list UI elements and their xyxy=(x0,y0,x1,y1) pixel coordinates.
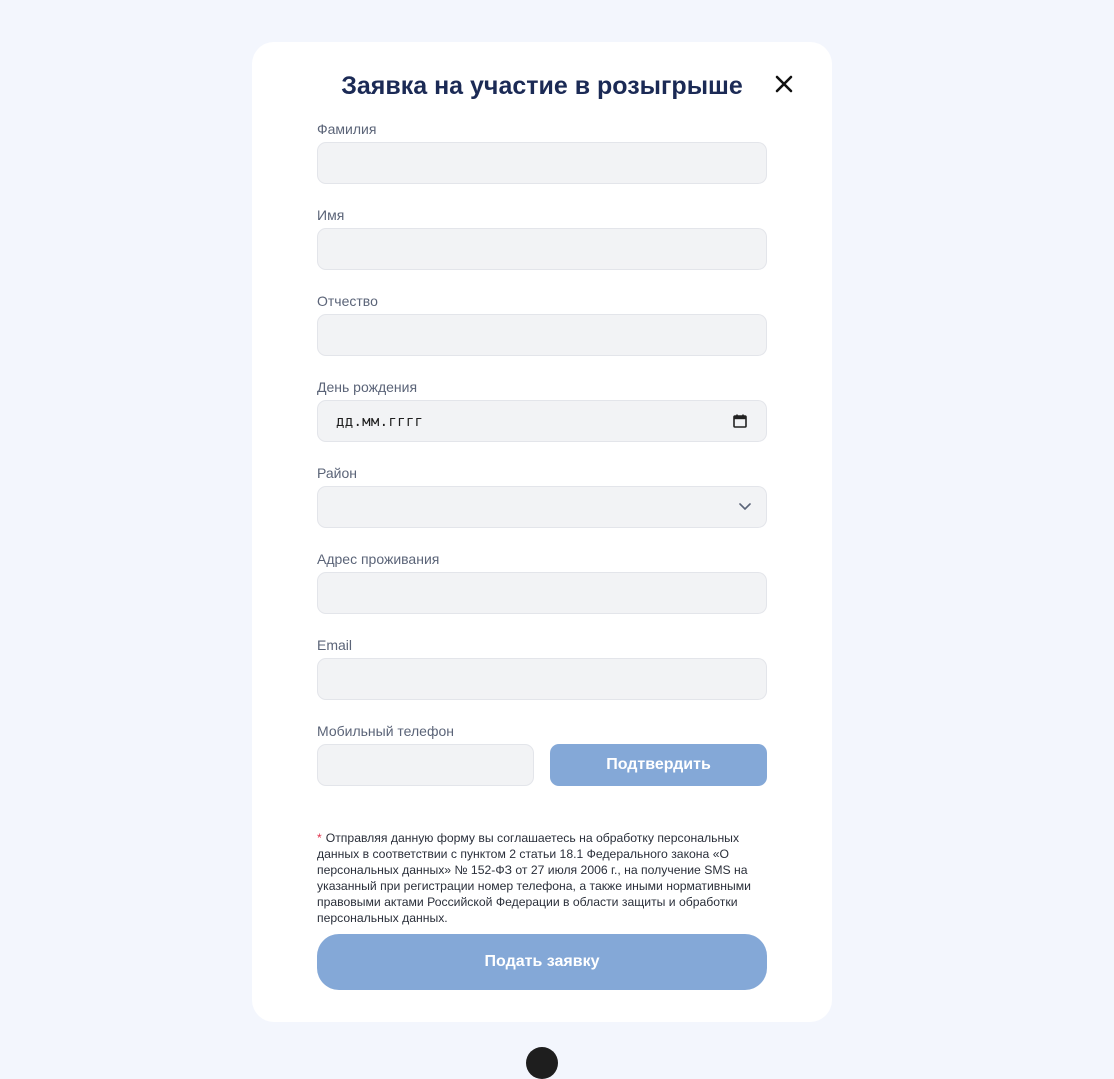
district-field: Район xyxy=(317,466,767,552)
phone-label: Мобильный телефон xyxy=(317,723,454,739)
application-form: Фамилия Имя Отчество День рождения дд.мм… xyxy=(317,122,767,926)
first-name-field: Имя xyxy=(317,208,767,294)
email-label: Email xyxy=(317,637,353,653)
consent-body: Отправляя данную форму вы соглашаетесь н… xyxy=(317,831,751,925)
address-input[interactable] xyxy=(317,572,767,614)
last-name-field: Фамилия xyxy=(317,122,767,208)
calendar-icon[interactable] xyxy=(732,413,748,429)
patronymic-label: Отчество xyxy=(317,293,378,309)
consent-text: * Отправляя данную форму вы соглашаетесь … xyxy=(317,830,767,926)
first-name-label: Имя xyxy=(317,207,345,223)
birthday-date-input[interactable]: дд.мм.гггг xyxy=(317,400,767,442)
address-field: Адрес проживания xyxy=(317,552,767,638)
submit-application-button[interactable]: Подать заявку xyxy=(317,934,767,990)
phone-field: Мобильный телефон Подтвердить xyxy=(317,724,767,830)
birthday-placeholder: дд.мм.гггг xyxy=(336,414,424,430)
patronymic-input[interactable] xyxy=(317,314,767,356)
address-label: Адрес проживания xyxy=(317,551,440,567)
district-label: Район xyxy=(317,465,357,481)
confirm-phone-button[interactable]: Подтвердить xyxy=(550,744,767,786)
birthday-field: День рождения дд.мм.гггг xyxy=(317,380,767,466)
close-button[interactable] xyxy=(772,72,796,96)
last-name-label: Фамилия xyxy=(317,121,377,137)
email-field: Email xyxy=(317,638,767,724)
floating-circle-button[interactable] xyxy=(526,1047,558,1079)
modal-title: Заявка на участие в розыгрыше xyxy=(341,72,743,100)
email-input[interactable] xyxy=(317,658,767,700)
birthday-label: День рождения xyxy=(317,379,418,395)
chevron-down-icon xyxy=(739,503,751,510)
close-icon xyxy=(775,75,793,93)
phone-input[interactable] xyxy=(317,744,534,786)
required-asterisk: * xyxy=(317,831,322,845)
application-modal: Заявка на участие в розыгрыше Фамилия Им… xyxy=(252,42,832,1022)
first-name-input[interactable] xyxy=(317,228,767,270)
patronymic-field: Отчество xyxy=(317,294,767,380)
district-select[interactable] xyxy=(317,486,767,528)
last-name-input[interactable] xyxy=(317,142,767,184)
